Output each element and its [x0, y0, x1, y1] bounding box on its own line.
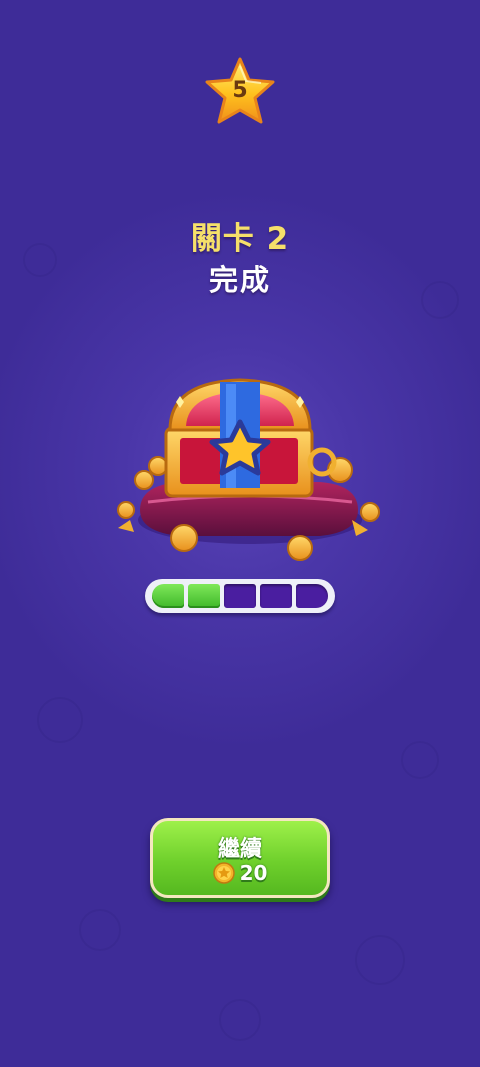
- continue-button[interactable]: 繼續 20: [150, 818, 330, 898]
- continue-button-label: 繼續: [217, 837, 262, 862]
- star-count: 5: [232, 78, 248, 103]
- level-complete-title: 關卡 2 完成: [0, 218, 480, 300]
- reward-progress-bar: [145, 579, 335, 613]
- progress-segment-4: [260, 584, 292, 608]
- progress-segment-3: [224, 584, 256, 608]
- level-stars-badge: 5: [203, 56, 277, 128]
- progress-segment-2: [188, 584, 220, 608]
- treasure-chest: [100, 370, 390, 570]
- coin-icon: [212, 862, 235, 884]
- treasure-chest-icon: [117, 378, 380, 561]
- progress-segment-5: [296, 584, 328, 608]
- progress-segment-1: [152, 584, 184, 608]
- continue-cost: 20: [153, 861, 327, 885]
- complete-label: 完成: [208, 263, 271, 297]
- cost-value: 20: [239, 861, 268, 885]
- level-label: 關卡 2: [190, 221, 290, 257]
